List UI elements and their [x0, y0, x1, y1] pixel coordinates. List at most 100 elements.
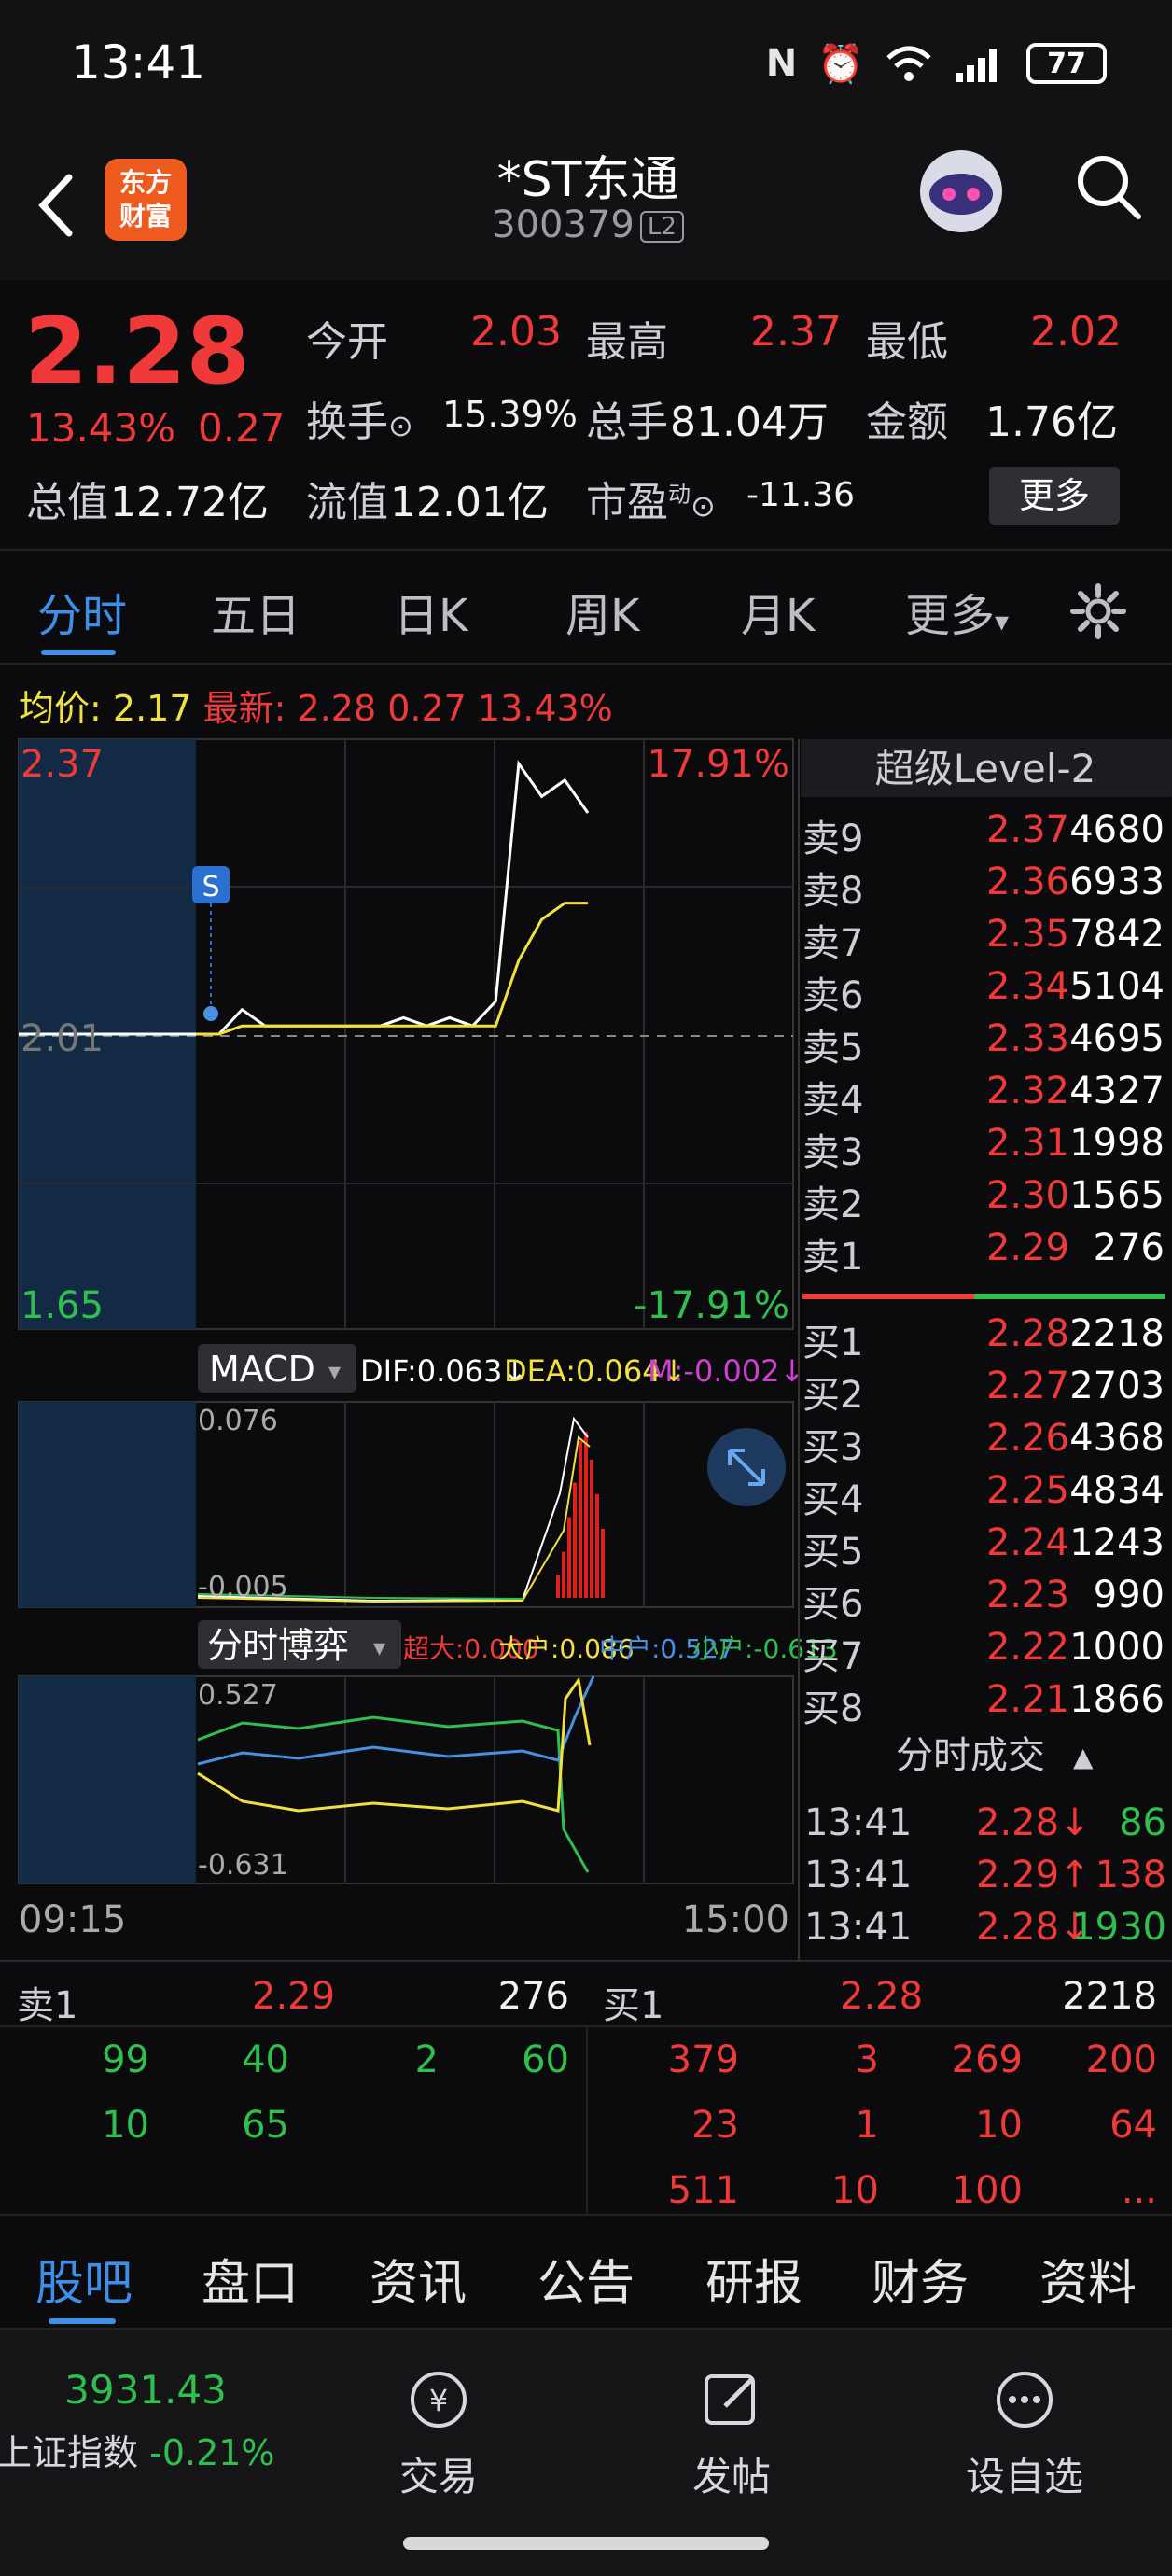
edit-icon	[705, 2374, 755, 2425]
bid-row[interactable]: 买4 2.25 4834	[802, 1469, 1172, 1521]
tick-right-label: 买1	[603, 1984, 664, 2027]
trade-row: 13:41 2.28↓ 86	[804, 1801, 1172, 1854]
ask-row[interactable]: 卖4 2.32 4327	[802, 1070, 1172, 1122]
bottom-content-tabs: 股吧 盘口 资讯 公告 研报 财务 资料	[0, 2214, 1172, 2326]
volume-label: 总手	[586, 399, 668, 446]
ask-row[interactable]: 卖9 2.37 4680	[802, 808, 1172, 861]
market-cap-label: 总值	[26, 479, 108, 526]
tab-intraday[interactable]: 分时	[37, 579, 127, 644]
tick-sell-cell: 40	[242, 2038, 289, 2081]
more-button[interactable]: 更多	[989, 467, 1120, 525]
bid-row[interactable]: 买6 2.23 990	[802, 1574, 1172, 1626]
bid-row[interactable]: 买3 2.26 4368	[802, 1417, 1172, 1469]
ask-vol: 1565	[1069, 1174, 1165, 1217]
tab-monthly-k[interactable]: 月K	[741, 579, 815, 644]
tab-profile[interactable]: 资料	[1039, 2244, 1137, 2314]
tick-buy-cell: 3	[855, 2038, 879, 2081]
bid-row[interactable]: 买8 2.21 1866	[802, 1678, 1172, 1730]
bid-label: 买7	[802, 1635, 864, 1678]
s-marker[interactable]: S	[192, 866, 230, 1021]
post-button[interactable]: 发帖	[638, 2367, 825, 2502]
stock-name: *ST东通	[496, 152, 679, 208]
pct-min-label: -17.91%	[634, 1284, 789, 1327]
bid-row[interactable]: 买2 2.27 2703	[802, 1365, 1172, 1417]
tab-five-day[interactable]: 五日	[211, 579, 300, 644]
ask-vol: 1998	[1069, 1122, 1165, 1165]
back-icon[interactable]	[28, 168, 84, 243]
tab-news[interactable]: 资讯	[370, 2244, 467, 2314]
robot-assistant-icon[interactable]	[910, 140, 1012, 243]
expand-icon[interactable]	[707, 1428, 786, 1506]
macd-bar	[601, 1528, 605, 1598]
trade-vol: 138	[1095, 1854, 1166, 1897]
trade-vol: 1930	[1071, 1906, 1166, 1949]
bid-row[interactable]: 买7 2.22 1000	[802, 1626, 1172, 1678]
bid-label: 买4	[802, 1478, 864, 1521]
amount-label: 金额	[866, 399, 948, 446]
y-prev-close-label: 2.01	[21, 1017, 104, 1060]
macd-bar	[556, 1575, 560, 1598]
tick-buy-cell: 269	[951, 2038, 1023, 2081]
open-label: 今开	[306, 318, 388, 366]
tick-left-label: 卖1	[17, 1984, 78, 2027]
ask-vol: 6933	[1069, 861, 1165, 903]
level2-badge: L2	[639, 211, 684, 243]
tab-weekly-k[interactable]: 周K	[565, 579, 639, 644]
tab-research[interactable]: 研报	[705, 2244, 802, 2314]
trade-button[interactable]: ¥ 交易	[345, 2367, 532, 2502]
ask-row[interactable]: 卖6 2.34 5104	[802, 965, 1172, 1017]
ask-label: 卖1	[802, 1236, 864, 1279]
tab-finance[interactable]: 财务	[872, 2244, 969, 2314]
ask-vol: 4327	[1069, 1070, 1165, 1113]
tab-announcement[interactable]: 公告	[537, 2244, 635, 2314]
bid-row[interactable]: 买5 2.24 1243	[802, 1521, 1172, 1574]
bid-label: 买8	[802, 1687, 864, 1730]
ask-row[interactable]: 卖5 2.33 4695	[802, 1017, 1172, 1070]
bottom-nav: 3931.43 上证指数 -0.21% ¥ 交易 发帖 设自选	[0, 2328, 1172, 2576]
tab-pankou[interactable]: 盘口	[202, 2244, 299, 2314]
ask-row[interactable]: 卖1 2.29 276	[802, 1226, 1172, 1279]
tick-sell-cell: 65	[242, 2104, 289, 2147]
tick-sell-cell: 99	[102, 2038, 149, 2081]
tab-guba[interactable]: 股吧	[35, 2244, 133, 2314]
price-series-line	[196, 760, 590, 1036]
macd-bar	[573, 1482, 577, 1598]
macd-bar	[584, 1432, 588, 1598]
trade-vol: 86	[1119, 1801, 1166, 1844]
tick-right-price: 2.28	[840, 1975, 924, 2018]
tab-daily-k[interactable]: 日K	[394, 579, 467, 644]
ask-row[interactable]: 卖7 2.35 7842	[802, 913, 1172, 965]
add-watchlist-button[interactable]: 设自选	[931, 2367, 1118, 2502]
search-icon[interactable]	[1071, 149, 1146, 224]
index-widget[interactable]: 3931.43 上证指数 -0.21%	[0, 2367, 275, 2475]
macd-y-max: 0.076	[198, 1405, 278, 1437]
tick-buy-cell: ...	[1121, 2169, 1157, 2212]
signal-icon	[956, 49, 997, 82]
avg-price-line: 均价: 2.17 最新: 2.28 0.27 13.43%	[19, 688, 613, 729]
info-icon[interactable]: ⊙	[388, 408, 413, 443]
ask-row[interactable]: 卖8 2.36 6933	[802, 861, 1172, 913]
macd-dif: DIF:0.063↓	[360, 1353, 527, 1389]
game-y-max: 0.527	[198, 1679, 278, 1712]
settings-gear-icon[interactable]	[1069, 582, 1127, 640]
ask-vol: 276	[1093, 1226, 1165, 1269]
bid-label: 买6	[802, 1583, 864, 1626]
tab-more[interactable]: 更多▾	[905, 579, 1009, 644]
bid-label: 买3	[802, 1426, 864, 1469]
trades-title: 分时成交	[896, 1734, 1045, 1777]
turnover-value: 15.39%	[442, 394, 578, 435]
trade-time: 13:41	[804, 1906, 913, 1949]
tick-sell-cell: 2	[414, 2038, 439, 2081]
nfc-icon: N	[765, 42, 798, 85]
battery-icon: 77	[1026, 43, 1107, 84]
bid-row[interactable]: 买1 2.28 2218	[802, 1312, 1172, 1365]
ask-row[interactable]: 卖3 2.31 1998	[802, 1122, 1172, 1174]
tick-buy-cell: 379	[667, 2038, 739, 2081]
macd-bar	[590, 1459, 593, 1598]
low-value: 2.02	[1030, 308, 1122, 356]
orderbook-title: 超级Level-2	[875, 746, 1096, 791]
volume-value: 81.04万	[670, 399, 829, 446]
info-icon[interactable]: ⊙	[691, 488, 716, 524]
ask-row[interactable]: 卖2 2.30 1565	[802, 1174, 1172, 1226]
tab-underline	[41, 650, 116, 655]
